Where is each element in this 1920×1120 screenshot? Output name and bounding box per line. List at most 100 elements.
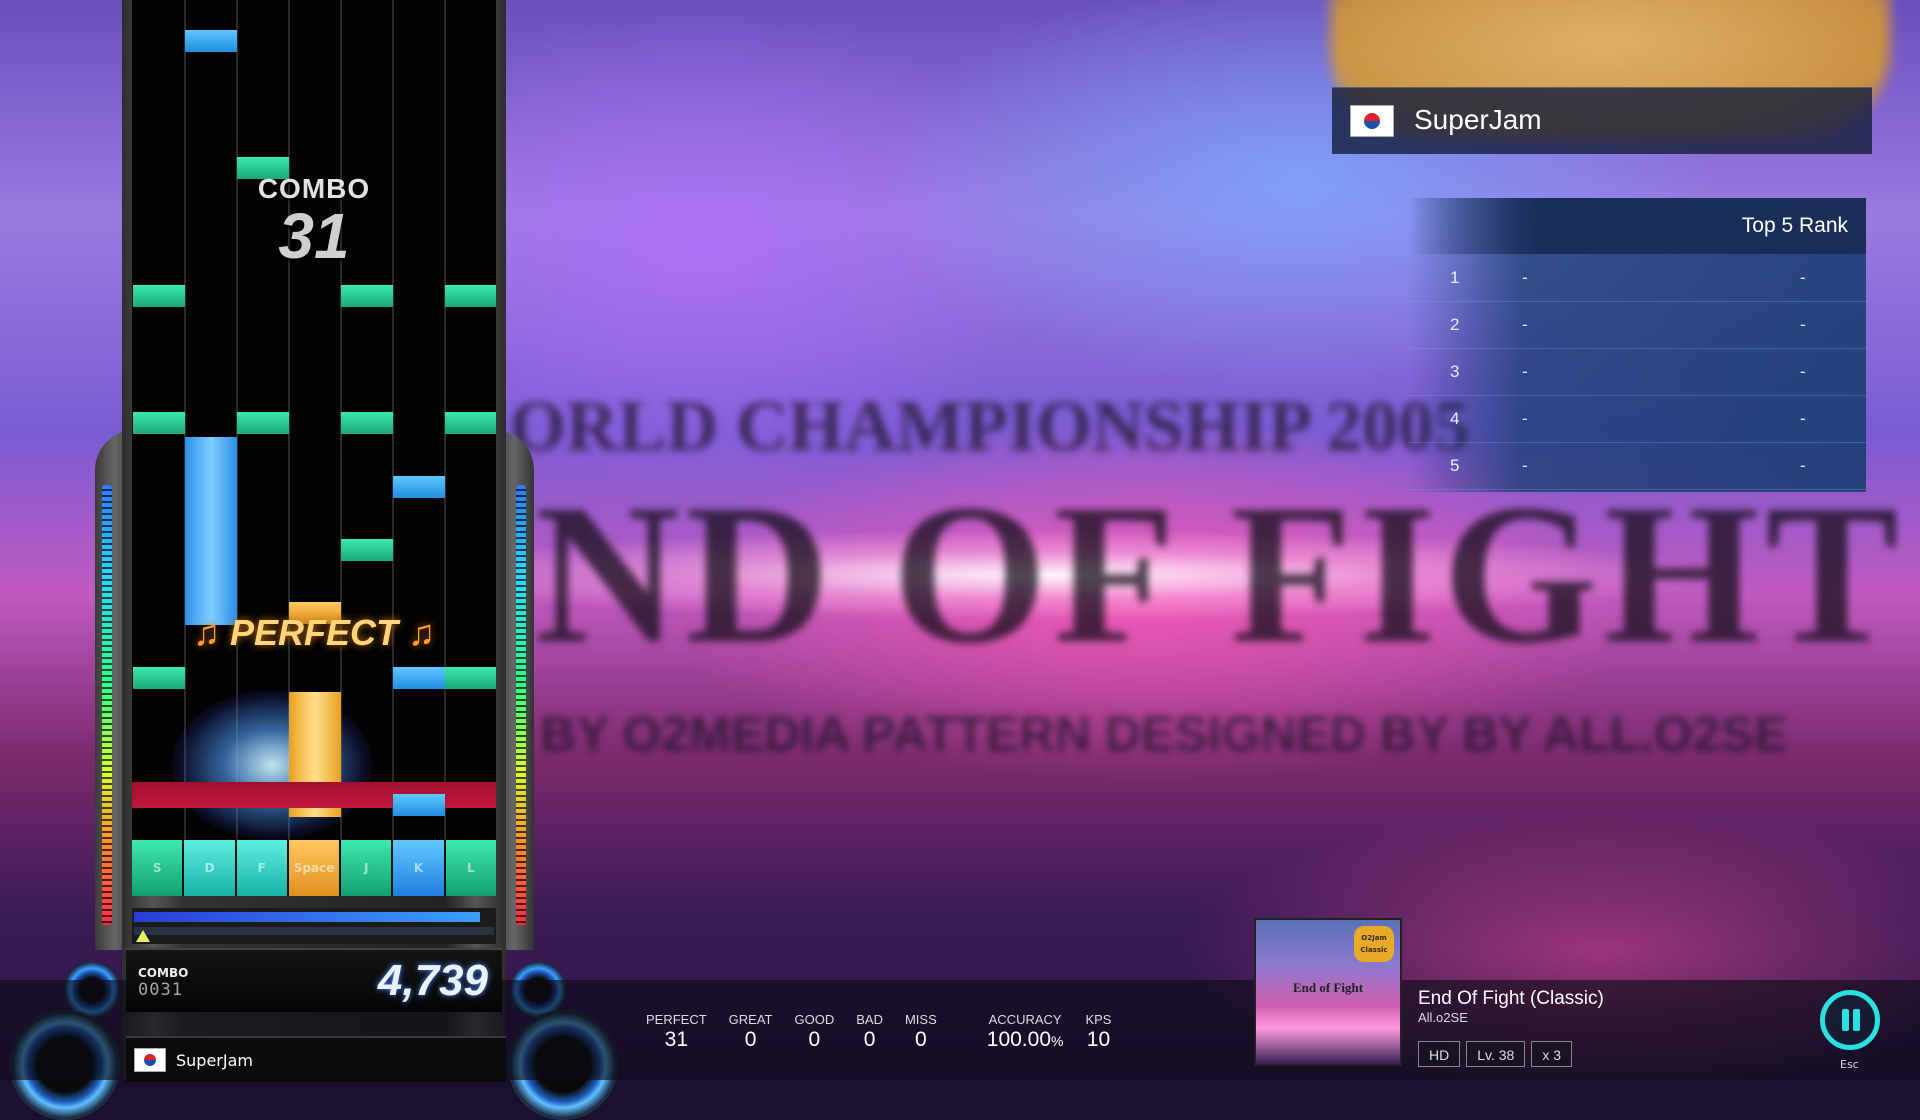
player-name: SuperJam xyxy=(176,1051,253,1070)
accuracy-value: 100.00 xyxy=(986,1028,1051,1051)
rank-name: - xyxy=(1522,362,1528,381)
stat-accuracy: ACCURACY 100.00% xyxy=(987,1012,1064,1052)
judgement-stats: PERFECT 31 GREAT 0 GOOD 0 BAD 0 MISS 0 A… xyxy=(646,1012,1133,1052)
level-meter-right xyxy=(516,485,526,925)
album-art: O2Jam Classic End of Fight xyxy=(1254,918,1402,1066)
rank-row: 2 - - xyxy=(1408,301,1866,349)
combo-display: COMBO 31 xyxy=(132,173,496,272)
life-bar xyxy=(132,908,496,944)
note xyxy=(445,412,496,434)
rank-header: Top 5 Rank xyxy=(1408,198,1866,254)
note xyxy=(341,412,393,434)
bg-text-championship: ORLD CHAMPIONSHIP 2005 xyxy=(510,386,1471,466)
rank-position: 1 xyxy=(1450,268,1460,287)
stat-value: 31 xyxy=(664,1028,689,1051)
stat-label: PERFECT xyxy=(646,1012,707,1027)
rank-row: 4 - - xyxy=(1408,395,1866,443)
rank-name: - xyxy=(1522,268,1528,287)
song-tags: HD Lv. 38 x 3 xyxy=(1418,1041,1573,1067)
note xyxy=(133,285,185,307)
rank-score: - xyxy=(1800,409,1806,428)
rank-position: 3 xyxy=(1450,362,1460,381)
stat-label: BAD xyxy=(856,1012,883,1027)
life-bar-fill xyxy=(134,912,480,922)
album-badge: O2Jam Classic xyxy=(1354,926,1394,962)
bg-text-title: ND OF FIGHT xyxy=(535,464,1905,685)
stat-value: 0 xyxy=(915,1028,927,1051)
rank-position: 2 xyxy=(1450,315,1460,334)
key-k[interactable]: K xyxy=(393,840,444,896)
stat-value: 10 xyxy=(1086,1028,1111,1051)
player-header: SuperJam xyxy=(1332,87,1872,154)
note-lanes xyxy=(132,0,496,840)
rank-score: - xyxy=(1800,362,1806,381)
hit-glow-effect xyxy=(172,690,372,840)
key-f[interactable]: F xyxy=(236,840,287,896)
long-note xyxy=(185,437,237,625)
stat-label: GOOD xyxy=(794,1012,835,1027)
note xyxy=(393,667,445,689)
player-header-name: SuperJam xyxy=(1414,104,1542,135)
stat-label: MISS xyxy=(904,1012,937,1027)
note xyxy=(133,667,185,689)
key-d[interactable]: D xyxy=(184,840,235,896)
judgement-label: PERFECT xyxy=(229,612,398,653)
combo-count: 31 xyxy=(278,200,350,272)
rank-row: 3 - - xyxy=(1408,348,1866,396)
rank-name: - xyxy=(1522,315,1528,334)
score-value: 4,739 xyxy=(377,956,488,1005)
pause-key-hint: Esc xyxy=(1840,1058,1859,1071)
note xyxy=(445,285,496,307)
note xyxy=(341,285,393,307)
key-space[interactable]: Space xyxy=(288,840,340,896)
score-combo-value: 0031 xyxy=(138,980,183,1000)
rank-name: - xyxy=(1522,409,1528,428)
top-rank-panel: Top 5 Rank 1 - - 2 - - 3 - - 4 - - 5 - - xyxy=(1408,198,1866,492)
note xyxy=(133,412,185,434)
rank-score: - xyxy=(1800,315,1806,334)
score-panel: COMBO 0031 4,739 xyxy=(126,948,502,1012)
south-korea-flag-icon xyxy=(134,1048,166,1072)
stat-kps: KPS 10 xyxy=(1085,1012,1111,1052)
difficulty-tag: HD xyxy=(1418,1041,1461,1067)
key-l[interactable]: L xyxy=(445,840,496,896)
progress-track xyxy=(134,927,494,935)
rank-score: - xyxy=(1800,268,1806,287)
note xyxy=(341,539,393,561)
note xyxy=(393,476,445,498)
key-row: S D F Space J K L xyxy=(132,840,496,896)
rank-name: - xyxy=(1522,456,1528,475)
album-title: End of Fight xyxy=(1292,980,1364,995)
rank-position: 4 xyxy=(1450,409,1460,428)
south-korea-flag-icon xyxy=(1350,105,1394,137)
score-combo-label: COMBO xyxy=(138,966,189,980)
level-meter-left xyxy=(102,485,112,925)
rank-title: Top 5 Rank xyxy=(1741,214,1848,237)
music-note-icon: ♫ xyxy=(192,612,220,653)
level-tag: Lv. 38 xyxy=(1466,1041,1526,1067)
speed-tag: x 3 xyxy=(1531,1041,1573,1067)
song-artist: All.o2SE xyxy=(1418,1010,1468,1025)
accuracy-unit: % xyxy=(1051,1033,1064,1049)
note xyxy=(445,667,496,689)
pause-button[interactable] xyxy=(1820,990,1880,1050)
key-j[interactable]: J xyxy=(341,840,392,896)
music-note-icon: ♫ xyxy=(408,612,436,653)
stat-label: GREAT xyxy=(728,1012,773,1027)
stat-bad: BAD 0 xyxy=(856,1012,883,1052)
note xyxy=(393,794,445,816)
stat-value: 0 xyxy=(744,1028,757,1051)
progress-marker-icon xyxy=(136,930,150,942)
stat-label: KPS xyxy=(1085,1012,1112,1027)
rank-position: 5 xyxy=(1450,456,1460,475)
note xyxy=(185,30,237,52)
stat-value: 100.00% xyxy=(987,1028,1064,1052)
stat-great: GREAT 0 xyxy=(729,1012,773,1052)
player-tag: SuperJam xyxy=(126,1036,506,1082)
song-title: End Of Fight (Classic) xyxy=(1418,988,1604,1009)
note xyxy=(237,412,289,434)
key-s[interactable]: S xyxy=(132,840,183,896)
stat-value: 0 xyxy=(863,1028,876,1051)
stat-good: GOOD 0 xyxy=(795,1012,835,1052)
rank-row: 1 - - xyxy=(1408,254,1866,302)
